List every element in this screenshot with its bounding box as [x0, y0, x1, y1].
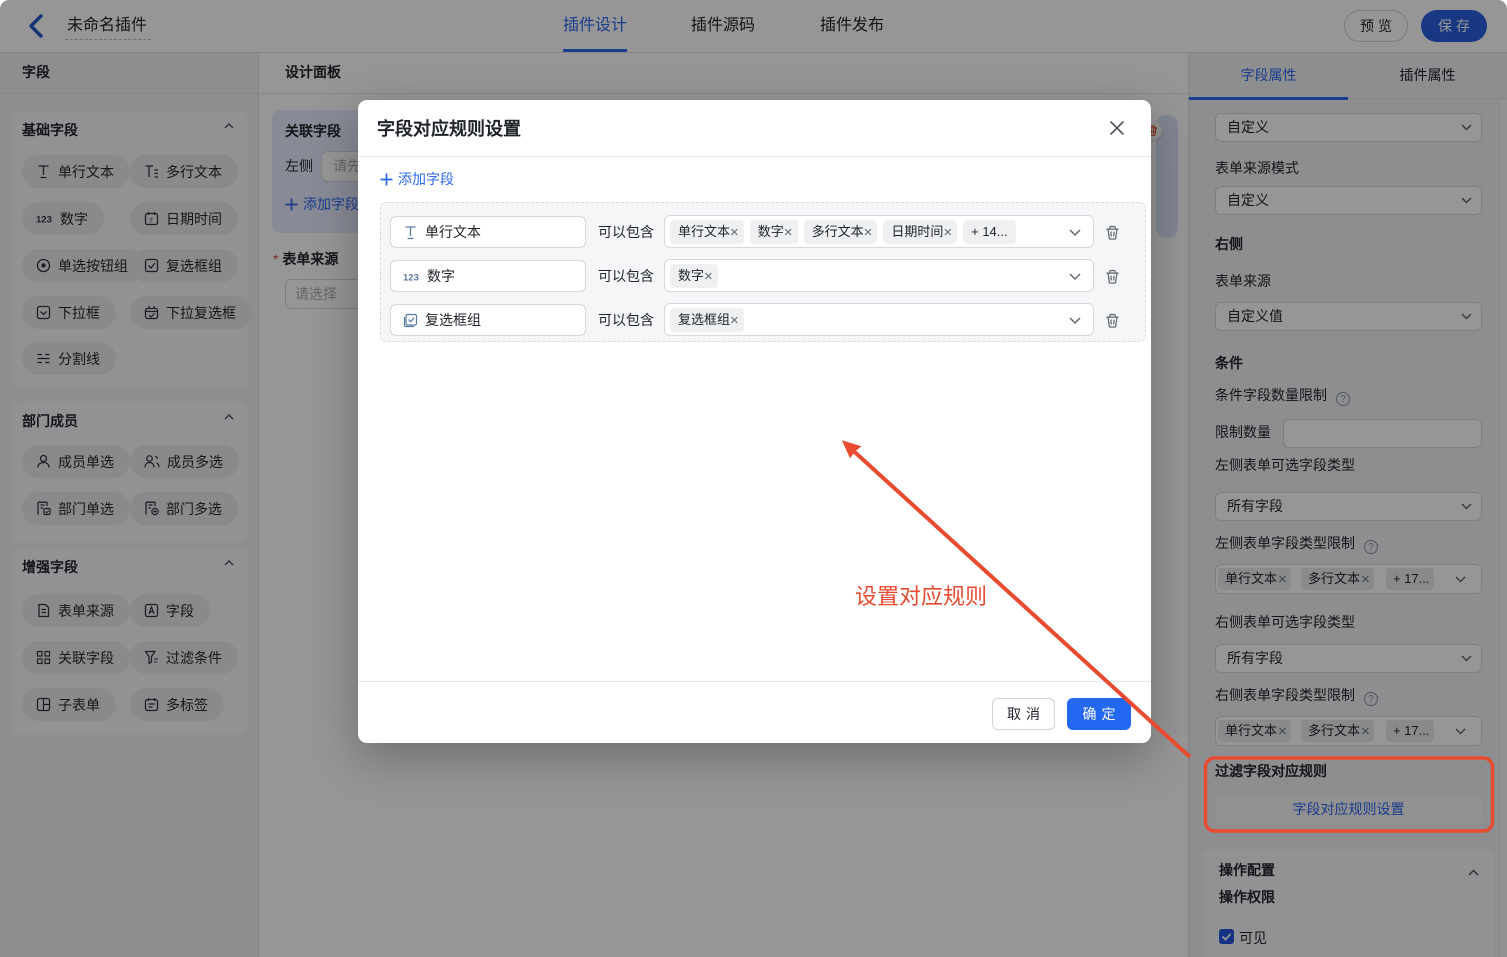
- svg-text:123: 123: [403, 272, 419, 283]
